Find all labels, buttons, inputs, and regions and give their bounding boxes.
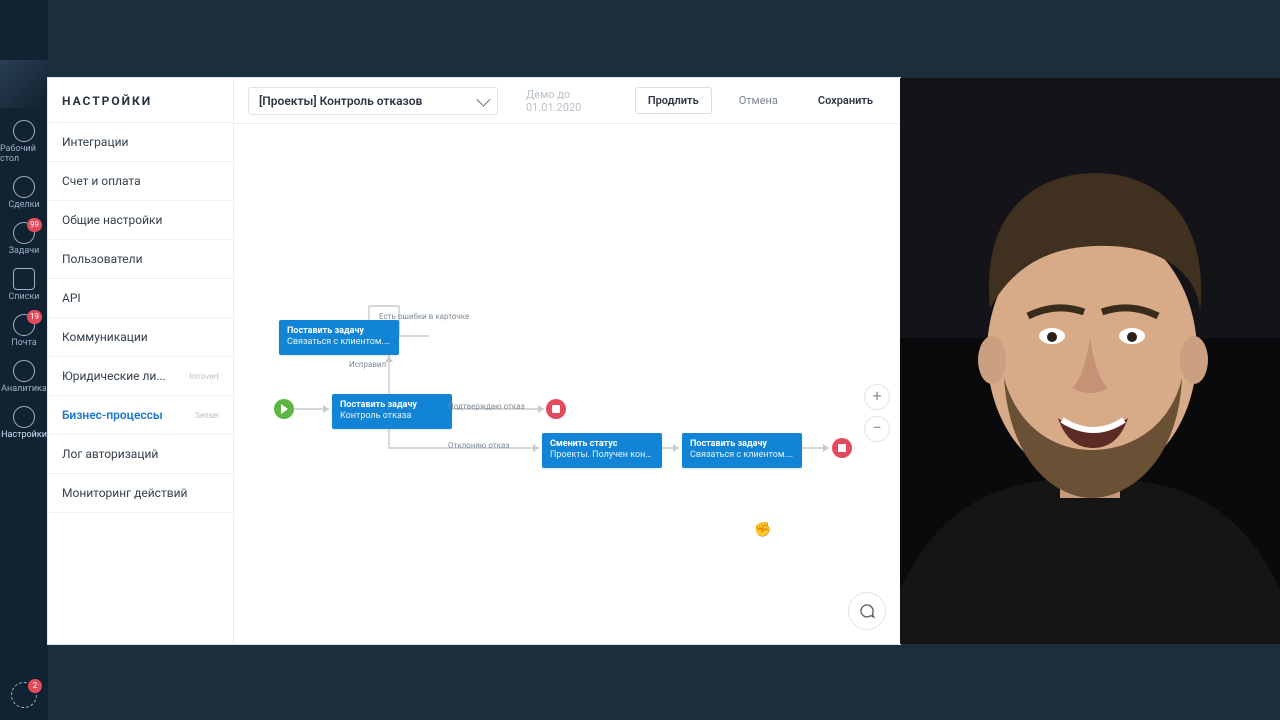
analytics-icon — [13, 360, 35, 382]
settings-window: НАСТРОЙКИ Интеграции Счет и оплата Общие… — [48, 78, 900, 644]
user-avatar[interactable] — [0, 60, 48, 108]
flow-label-fixed: Исправил — [349, 360, 386, 369]
settings-title: НАСТРОЙКИ — [48, 78, 233, 123]
rail-chat-icon[interactable]: 2 — [11, 682, 37, 708]
settings-item-api[interactable]: API — [48, 279, 233, 318]
flow-label-card-errors: Есть ошибки в карточке — [379, 312, 469, 321]
crm-left-rail: Рабочий стол Сделки Задачи99 Списки Почт… — [0, 0, 48, 720]
flow-stop-node-2[interactable] — [832, 438, 852, 458]
settings-item-legal[interactable]: Юридические ли...Introvert — [48, 357, 233, 396]
bp-editor: [Проекты] Контроль отказов Демо до 01.01… — [234, 78, 900, 644]
zoom-controls: + − — [864, 384, 890, 448]
deals-icon — [13, 176, 35, 198]
flow-label-confirm: Подтверждаю отказ — [448, 402, 525, 411]
flow-node-task-push[interactable]: Поставить задачу Связаться с клиентом. Д… — [682, 433, 802, 468]
chat-icon — [858, 602, 876, 620]
bp-canvas[interactable]: Поставить задачу Связаться с клиентом. И… — [234, 124, 900, 644]
rail-item-tasks[interactable]: Задачи99 — [0, 216, 48, 262]
flow-start-node[interactable] — [274, 399, 294, 419]
desktop-icon — [13, 120, 35, 142]
settings-item-communications[interactable]: Коммуникации — [48, 318, 233, 357]
rail-item-analytics[interactable]: Аналитика — [0, 354, 48, 400]
settings-item-general[interactable]: Общие настройки — [48, 201, 233, 240]
flow-label-reject: Отклоняю отказ — [448, 441, 509, 450]
rail-item-settings[interactable]: Настройки — [0, 400, 48, 446]
mail-badge: 19 — [27, 310, 42, 324]
save-button[interactable]: Сохранить — [805, 87, 886, 114]
settings-sidebar: НАСТРОЙКИ Интеграции Счет и оплата Общие… — [48, 78, 234, 644]
bp-topbar: [Проекты] Контроль отказов Демо до 01.01… — [234, 78, 900, 124]
tasks-badge: 99 — [27, 218, 42, 232]
flow-node-change-status[interactable]: Сменить статус Проекты. Получен контакт — [542, 433, 662, 468]
cancel-button[interactable]: Отмена — [726, 87, 791, 114]
process-selector[interactable]: [Проекты] Контроль отказов — [248, 87, 498, 115]
flow-stop-node-1[interactable] — [546, 399, 566, 419]
zoom-out-button[interactable]: − — [864, 416, 890, 442]
extend-button[interactable]: Продлить — [635, 87, 712, 114]
settings-item-bp[interactable]: Бизнес-процессыSensei — [48, 396, 233, 435]
settings-item-integrations[interactable]: Интеграции — [48, 123, 233, 162]
rail-item-desktop[interactable]: Рабочий стол — [0, 114, 48, 170]
presenter-webcam — [900, 78, 1280, 644]
grab-cursor-icon: ✊ — [754, 522, 771, 538]
rail-item-mail[interactable]: Почта19 — [0, 308, 48, 354]
demo-until-label: Демо до 01.01.2020 — [526, 88, 621, 114]
rail-item-deals[interactable]: Сделки — [0, 170, 48, 216]
zoom-in-button[interactable]: + — [864, 384, 890, 410]
settings-item-users[interactable]: Пользователи — [48, 240, 233, 279]
chevron-down-icon — [476, 92, 490, 106]
chat-fab[interactable] — [848, 592, 886, 630]
settings-item-authlog[interactable]: Лог авторизаций — [48, 435, 233, 474]
flow-node-task-contact-fix[interactable]: Поставить задачу Связаться с клиентом. И… — [279, 320, 399, 355]
lists-icon — [13, 268, 35, 290]
flow-wires — [234, 124, 900, 644]
settings-item-monitor[interactable]: Мониторинг действий — [48, 474, 233, 513]
settings-icon — [13, 406, 35, 428]
flow-node-task-control[interactable]: Поставить задачу Контроль отказа — [332, 394, 452, 429]
process-name: [Проекты] Контроль отказов — [259, 94, 422, 108]
chat-badge: 2 — [28, 679, 42, 693]
rail-item-lists[interactable]: Списки — [0, 262, 48, 308]
settings-item-billing[interactable]: Счет и оплата — [48, 162, 233, 201]
